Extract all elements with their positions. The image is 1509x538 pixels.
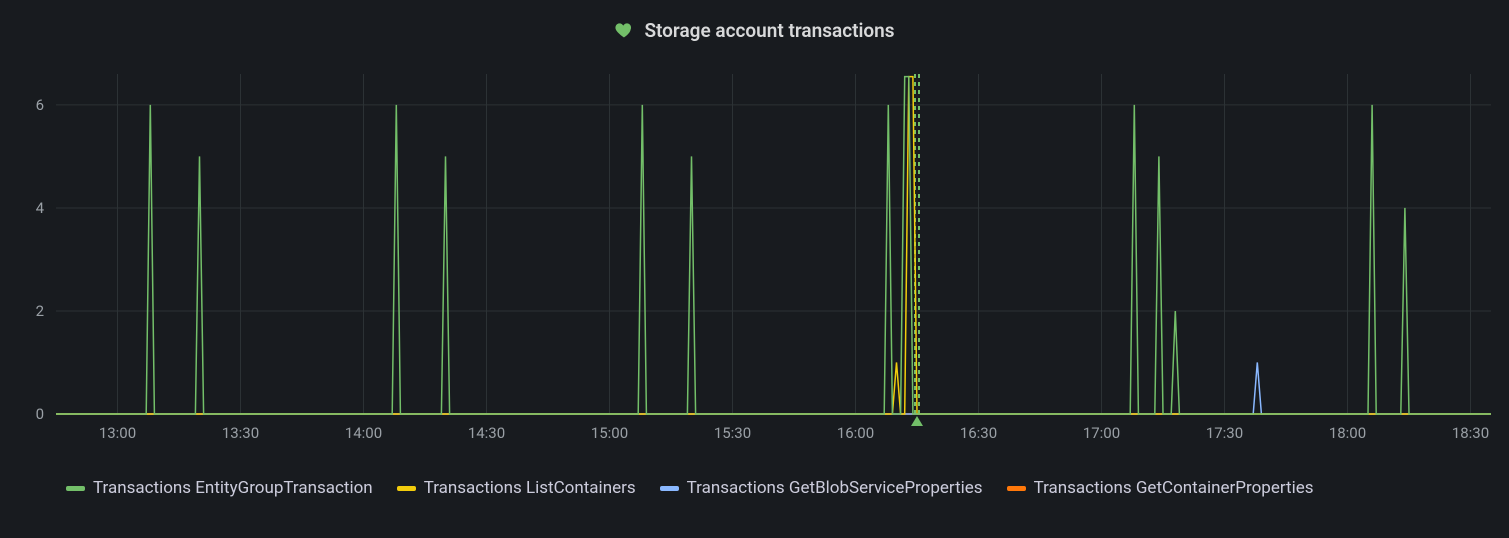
legend-item[interactable]: Transactions ListContainers — [397, 478, 636, 498]
svg-text:15:30: 15:30 — [714, 424, 751, 442]
svg-text:15:00: 15:00 — [591, 424, 628, 442]
svg-text:14:00: 14:00 — [345, 424, 382, 442]
svg-text:17:00: 17:00 — [1083, 424, 1120, 442]
legend: Transactions EntityGroupTransaction Trans… — [6, 474, 1503, 498]
svg-text:17:30: 17:30 — [1206, 424, 1243, 442]
svg-text:18:00: 18:00 — [1329, 424, 1366, 442]
legend-label: Transactions GetBlobServiceProperties — [687, 478, 983, 498]
chart-svg: 0 2 4 6 13:00 13:30 14:00 14:30 15:00 15:30 16:00 1… — [6, 54, 1503, 454]
svg-text:18:30: 18:30 — [1452, 424, 1489, 442]
legend-swatch — [660, 486, 679, 491]
panel-title: Storage account transactions — [644, 19, 894, 42]
legend-swatch — [1007, 486, 1026, 491]
svg-text:16:30: 16:30 — [960, 424, 997, 442]
svg-text:13:30: 13:30 — [222, 424, 259, 442]
svg-text:6: 6 — [36, 96, 44, 114]
heart-icon — [614, 20, 634, 40]
svg-text:14:30: 14:30 — [468, 424, 505, 442]
chart-panel: Storage account transactions 0 2 4 6 13:00 13… — [0, 0, 1509, 538]
svg-text:2: 2 — [36, 302, 44, 320]
svg-text:0: 0 — [36, 405, 44, 423]
legend-label: Transactions EntityGroupTransaction — [93, 478, 373, 498]
chart-area[interactable]: 0 2 4 6 13:00 13:30 14:00 14:30 15:00 15:30 16:00 1… — [6, 54, 1503, 474]
svg-text:4: 4 — [36, 199, 45, 217]
panel-header[interactable]: Storage account transactions — [6, 6, 1503, 54]
legend-item[interactable]: Transactions GetBlobServiceProperties — [660, 478, 983, 498]
legend-item[interactable]: Transactions GetContainerProperties — [1007, 478, 1314, 498]
legend-item[interactable]: Transactions EntityGroupTransaction — [66, 478, 373, 498]
svg-text:13:00: 13:00 — [99, 424, 136, 442]
legend-swatch — [397, 486, 416, 491]
svg-text:16:00: 16:00 — [837, 424, 874, 442]
legend-label: Transactions ListContainers — [424, 478, 636, 498]
legend-label: Transactions GetContainerProperties — [1034, 478, 1314, 498]
legend-swatch — [66, 486, 85, 491]
